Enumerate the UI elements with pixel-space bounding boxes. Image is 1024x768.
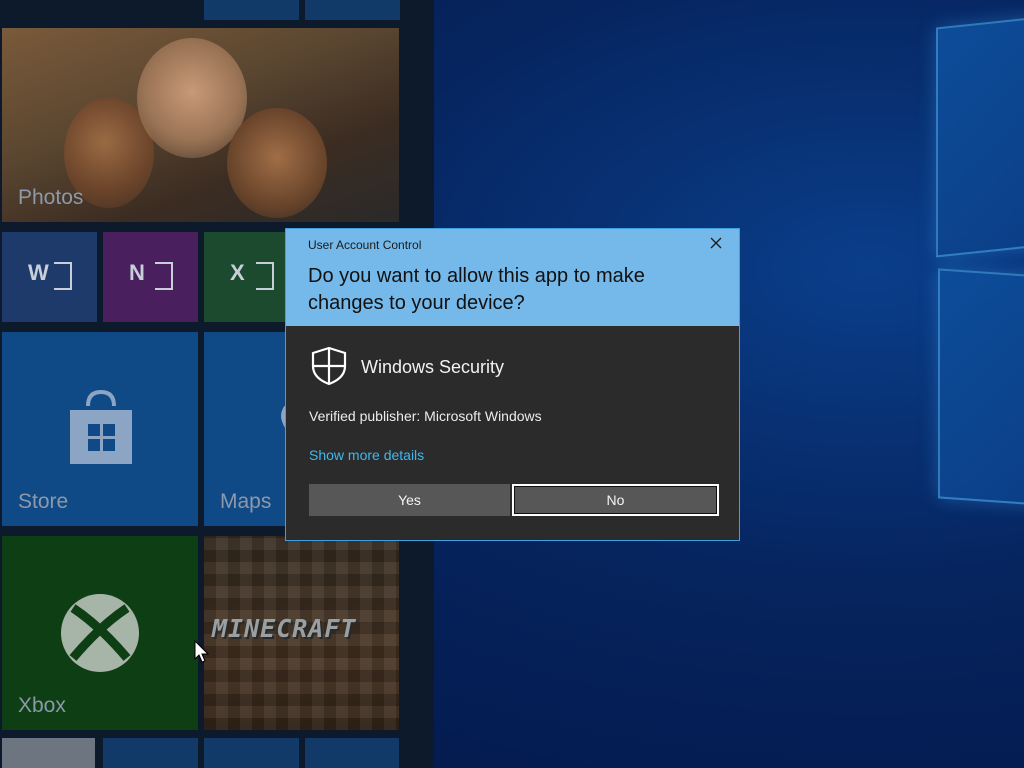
- windows-logo-pane-top: [936, 16, 1024, 258]
- dialog-question: Do you want to allow this app to make ch…: [308, 265, 645, 314]
- tile-partial-bottom-3[interactable]: [204, 738, 299, 768]
- tile-partial-bottom-4[interactable]: [305, 738, 399, 768]
- word-lines-icon: [54, 262, 72, 290]
- tile-xbox[interactable]: Xbox: [2, 536, 198, 730]
- uac-dialog: User Account Control Do you want to allo…: [285, 228, 740, 541]
- tile-maps-label: Maps: [220, 490, 272, 513]
- tile-minecraft[interactable]: MINECRAFT: [204, 536, 399, 730]
- shopping-bag-icon: [70, 389, 132, 464]
- yes-button[interactable]: Yes: [309, 484, 510, 516]
- desktop-screen: Photos W N X Store Maps Xbox MINECRAFT U…: [0, 0, 1024, 768]
- no-button-label: No: [606, 492, 625, 508]
- yes-button-label: Yes: [398, 492, 421, 508]
- onenote-icon: N: [129, 260, 145, 285]
- excel-lines-icon: [256, 262, 274, 290]
- tile-partial-bottom-2[interactable]: [103, 738, 198, 768]
- uac-header: User Account Control Do you want to allo…: [286, 229, 739, 326]
- tile-store-label: Store: [18, 490, 69, 513]
- xbox-logo-icon: [61, 594, 139, 672]
- uac-body: Windows Security Verified publisher: Mic…: [286, 326, 739, 540]
- excel-icon: X: [230, 260, 245, 285]
- dialog-title: User Account Control: [308, 238, 422, 252]
- app-name: Windows Security: [361, 357, 505, 377]
- shield-icon: [311, 346, 347, 386]
- publisher-text: Verified publisher: Microsoft Windows: [309, 408, 542, 424]
- no-button[interactable]: No: [512, 484, 719, 516]
- tile-store[interactable]: Store: [2, 332, 198, 526]
- word-icon: W: [28, 260, 49, 285]
- close-icon[interactable]: [709, 236, 723, 250]
- tile-partial-bottom-1[interactable]: [2, 738, 95, 768]
- mouse-pointer-icon: [194, 640, 210, 663]
- tile-partial-top-2[interactable]: [305, 0, 400, 20]
- tile-xbox-label: Xbox: [18, 694, 66, 717]
- show-more-details-link[interactable]: Show more details: [309, 447, 424, 463]
- windows-logo-pane-bottom: [938, 268, 1024, 506]
- tile-photos[interactable]: Photos: [2, 28, 399, 222]
- minecraft-logo: MINECRAFT: [212, 614, 357, 643]
- onenote-lines-icon: [155, 262, 173, 290]
- tile-word[interactable]: W: [2, 232, 97, 322]
- photo-face-3: [227, 108, 327, 218]
- tile-partial-top-1[interactable]: [204, 0, 299, 20]
- tile-photos-label: Photos: [18, 186, 84, 209]
- tile-onenote[interactable]: N: [103, 232, 198, 322]
